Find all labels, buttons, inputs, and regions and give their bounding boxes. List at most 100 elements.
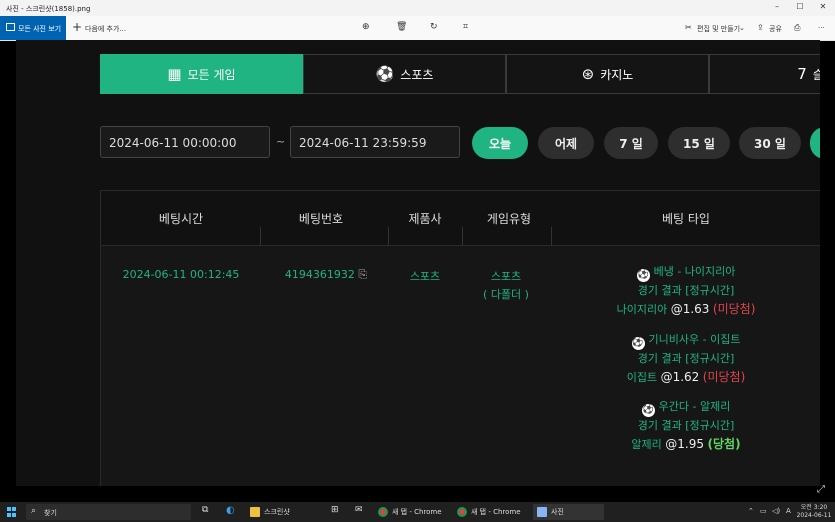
minimize-button[interactable]: – <box>767 2 787 11</box>
header-game-type: 게임유형 <box>486 212 532 226</box>
today-button[interactable]: 오늘 <box>472 127 528 159</box>
header-bet-time: 베팅시간 <box>158 212 204 226</box>
result-status: (미당첨) <box>712 302 756 316</box>
crop-icon[interactable]: ⌗ <box>463 22 468 32</box>
taskbar-app-screenshots[interactable]: 스크린샷 <box>250 504 290 520</box>
30-days-button[interactable]: 30 일 <box>739 127 801 159</box>
game-type: 스포츠 <box>490 270 522 283</box>
betting-history-table: 베팅시간 베팅번호 제품사 게임유형 베팅 타입 2024-06-11 00:1… <box>100 190 820 486</box>
column-divider <box>551 227 552 245</box>
tab-label: 카지노 <box>600 67 634 82</box>
casino-chip-icon: ⊛ <box>581 65 595 83</box>
soccer-ball-icon: ⚽ <box>641 404 655 417</box>
15-days-button[interactable]: 15 일 <box>668 127 730 159</box>
bet-time: 2024-06-11 00:12:45 <box>122 268 240 281</box>
maximize-button[interactable]: ☐ <box>790 2 810 11</box>
mail-icon[interactable]: ✉ <box>355 505 363 515</box>
tab-label: 슬 <box>812 67 820 82</box>
taskbar-app-chrome-2[interactable]: 새 탭 - Chrome <box>457 504 521 520</box>
start-date-input[interactable]: 2024-06-11 00:00:00 <box>100 126 270 158</box>
edit-create-button[interactable]: 편집 및 만들기 <box>697 24 740 34</box>
taskbar-search[interactable]: ⌕ 찾기 <box>26 504 191 520</box>
more-filter-button[interactable] <box>810 127 820 159</box>
print-icon[interactable]: ⎙ <box>794 23 800 33</box>
header-bet-number: 베팅번호 <box>298 212 344 226</box>
bet-selection-2: ⚽ 기니비사우 - 이집트 경기 결과 [정규시간] 이집트 @1.62 (미당첨… <box>551 331 820 387</box>
slot-machine-icon: 7 <box>797 65 807 83</box>
column-divider <box>388 227 389 245</box>
start-button[interactable] <box>7 507 17 517</box>
pick: 나이지리아 <box>616 303 668 316</box>
folder-icon <box>250 507 260 517</box>
pick: 이집트 <box>626 371 658 384</box>
image-icon <box>6 23 15 31</box>
share-icon[interactable]: ⇪ <box>757 23 764 32</box>
volume-icon[interactable]: ◁) <box>772 507 780 515</box>
task-view-icon[interactable]: ⧉ <box>202 505 208 515</box>
add-to-button[interactable]: 다음에 추가... <box>85 24 126 34</box>
market-name: 경기 결과 [정규시간] <box>637 284 735 297</box>
taskbar-app-photos[interactable]: 사진 <box>533 504 604 520</box>
odds: @1.62 <box>660 370 700 384</box>
copy-icon[interactable]: ⎘ <box>358 268 367 281</box>
chrome-icon <box>457 507 467 517</box>
end-date-input[interactable]: 2024-06-11 23:59:59 <box>290 126 460 158</box>
odds: @1.95 <box>665 437 705 451</box>
soccer-ball-icon: ⚽ <box>631 337 645 350</box>
soccer-ball-icon: ⚽ <box>636 269 650 282</box>
clock[interactable]: 오전 3:20 2024-06-11 <box>795 504 833 520</box>
zoom-icon[interactable]: ⊕ <box>362 22 370 32</box>
chevron-up-icon[interactable]: ⌃ <box>748 507 754 515</box>
result-status: (당첨) <box>707 437 741 451</box>
store-icon[interactable]: ⊞ <box>331 505 339 515</box>
tab-sports[interactable]: ⚽ 스포츠 <box>303 54 506 94</box>
expand-icon[interactable]: ⤢ <box>817 484 825 495</box>
taskbar-app-chrome-1[interactable]: 새 탭 - Chrome <box>378 504 442 520</box>
match-name: 우간다 - 알제리 <box>658 400 731 413</box>
table-header: 베팅시간 베팅번호 제품사 게임유형 베팅 타입 <box>101 191 820 246</box>
close-button[interactable]: ✕ <box>813 2 833 11</box>
rotate-icon[interactable]: ↻ <box>430 22 438 32</box>
image-view: ▦ 모든 게임 ⚽ 스포츠 ⊛ 카지노 7 슬 2024-06-11 00:00… <box>16 40 820 486</box>
tab-label: 모든 게임 <box>187 67 236 82</box>
tab-casino[interactable]: ⊛ 카지노 <box>506 54 709 94</box>
clock-date: 2024-06-11 <box>796 512 832 519</box>
taskbar-app-label: 스크린샷 <box>264 508 290 516</box>
chevron-down-icon[interactable]: ⌄ <box>739 24 745 32</box>
search-icon: ⌕ <box>31 506 37 516</box>
tab-slots[interactable]: 7 슬 <box>709 54 820 94</box>
grid-icon: ▦ <box>167 65 182 83</box>
pick: 알제리 <box>631 438 662 451</box>
odds: @1.63 <box>670 302 710 316</box>
more-button[interactable]: ··· <box>818 24 825 32</box>
tab-label: 스포츠 <box>400 67 434 82</box>
date-range-separator: ~ <box>276 135 286 148</box>
bet-number: 4194361932 <box>284 268 355 281</box>
tab-all-games[interactable]: ▦ 모든 게임 <box>100 54 303 94</box>
edit-icon[interactable]: ✂ <box>685 23 692 32</box>
taskbar-app-label: 새 탭 - Chrome <box>392 508 442 516</box>
date-filters: 2024-06-11 00:00:00 ~ 2024-06-11 23:59:5… <box>100 126 820 159</box>
plus-icon[interactable]: + <box>72 20 82 34</box>
soccer-ball-icon: ⚽ <box>375 65 395 83</box>
7-days-button[interactable]: 7 일 <box>604 127 658 159</box>
column-divider <box>260 227 261 245</box>
all-photos-button[interactable]: 모든 사진 보기 <box>0 16 66 40</box>
network-icon[interactable]: ▭ <box>760 507 767 515</box>
taskbar-app-label: 새 탭 - Chrome <box>471 508 521 516</box>
match-name: 기니비사우 - 이집트 <box>648 333 741 346</box>
provider: 스포츠 <box>409 270 441 283</box>
game-subtype: ( 다폴더 ) <box>483 288 529 301</box>
game-tabs: ▦ 모든 게임 ⚽ 스포츠 ⊛ 카지노 7 슬 <box>100 54 820 94</box>
clock-time: 오전 3:20 <box>800 504 828 511</box>
edge-icon[interactable]: ◐ <box>226 505 235 516</box>
share-button[interactable]: 공유 <box>769 24 782 34</box>
chrome-icon <box>378 507 388 517</box>
delete-icon[interactable]: 🗑 <box>396 22 407 32</box>
yesterday-button[interactable]: 어제 <box>538 127 594 159</box>
search-label: 찾기 <box>44 509 57 517</box>
taskbar-app-label: 사진 <box>551 508 564 516</box>
header-provider: 제품사 <box>408 212 442 226</box>
market-name: 경기 결과 [정규시간] <box>637 419 735 432</box>
input-language[interactable]: A <box>786 507 791 515</box>
